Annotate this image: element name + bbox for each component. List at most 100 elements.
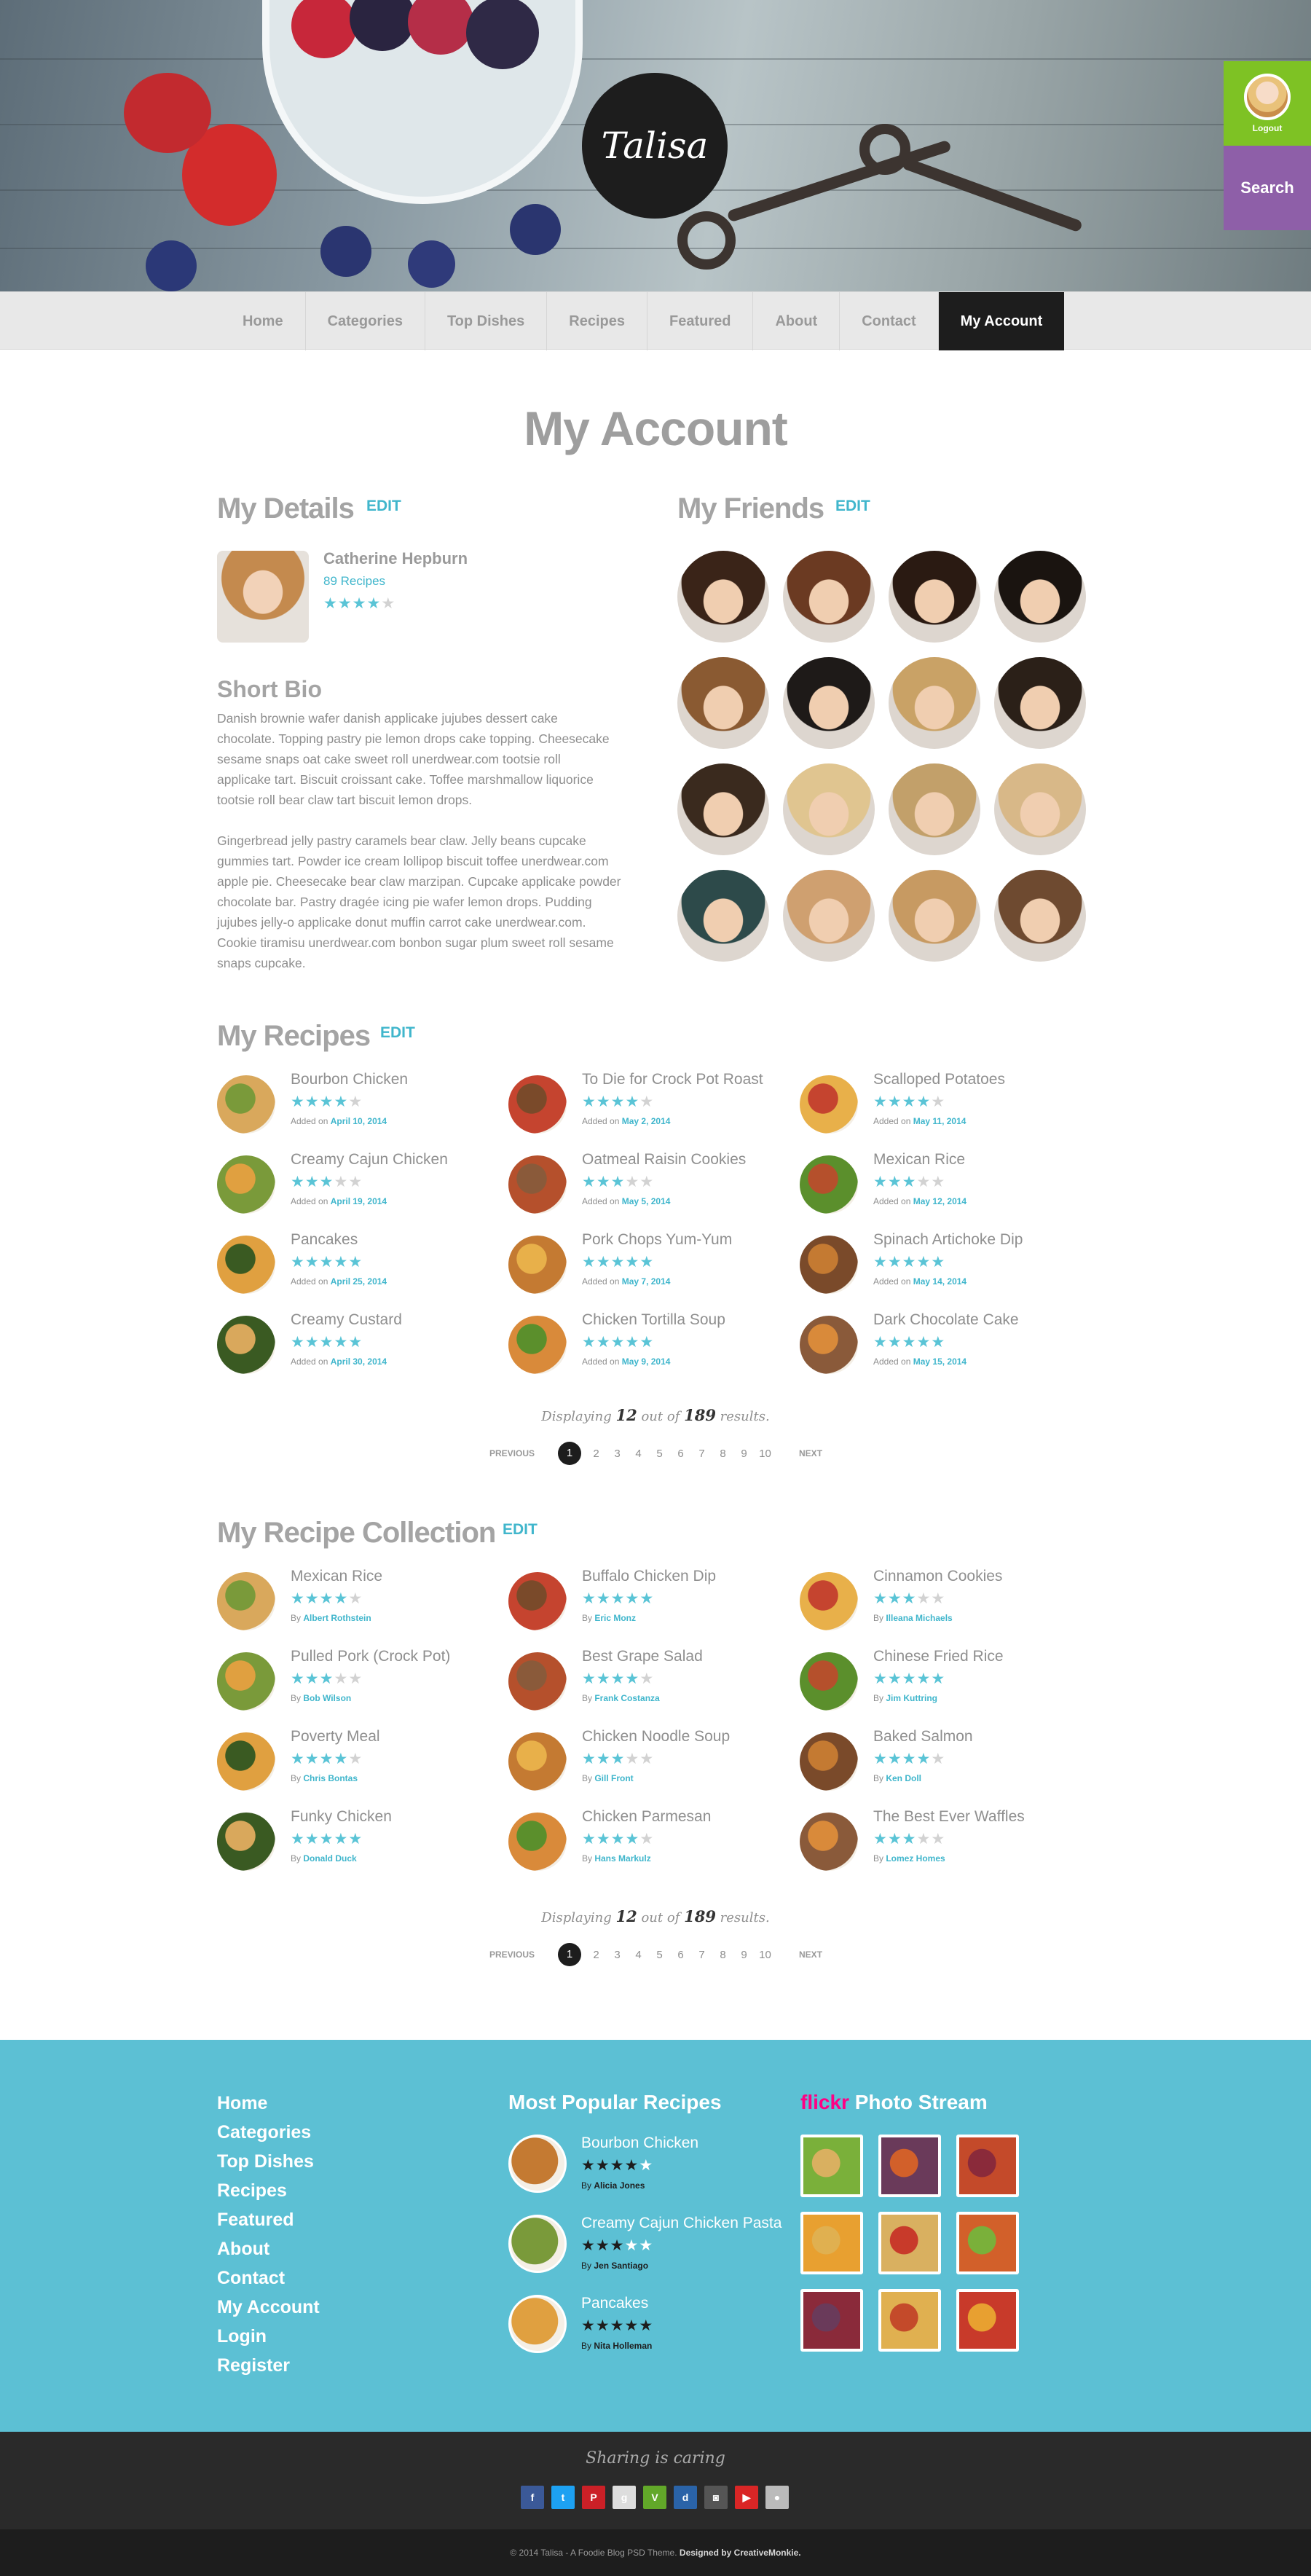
footer-link-categories[interactable]: Categories (217, 2122, 320, 2151)
nav-item-contact[interactable]: Contact (840, 292, 939, 350)
recipe-meta-value[interactable]: Frank Costanza (594, 1693, 659, 1703)
friend-avatar[interactable] (994, 551, 1086, 643)
recipe-meta-value[interactable]: May 9, 2014 (622, 1356, 671, 1367)
collection-item[interactable]: Pulled Pork (Crock Pot) ★★★★★ By Bob Wilso… (217, 1648, 494, 1713)
recipes-item[interactable]: Pancakes ★★★★★ Added on April 25, 2014 (217, 1231, 494, 1297)
flickr-photo[interactable] (800, 2212, 863, 2274)
designer-credit[interactable]: Designed by CreativeMonkie. (680, 2548, 801, 2558)
pagination-page[interactable]: 5 (649, 1949, 670, 1961)
friend-avatar[interactable] (783, 763, 875, 855)
friend-avatar[interactable] (783, 551, 875, 643)
pagination-page[interactable]: 4 (628, 1448, 649, 1460)
recipe-meta-value[interactable]: May 14, 2014 (913, 1276, 966, 1287)
youtube-icon[interactable]: ▶ (735, 2486, 758, 2509)
digg-icon[interactable]: d (674, 2486, 697, 2509)
facebook-icon[interactable]: f (521, 2486, 544, 2509)
recipe-meta-value[interactable]: Lomez Homes (886, 1853, 945, 1864)
nav-item-top-dishes[interactable]: Top Dishes (425, 292, 548, 350)
recipe-meta-value[interactable]: April 19, 2014 (331, 1196, 387, 1206)
collection-item[interactable]: Buffalo Chicken Dip ★★★★★ By Eric Monz (508, 1568, 785, 1633)
recipe-name[interactable]: Chicken Tortilla Soup (582, 1311, 725, 1329)
pagination-page[interactable]: 3 (607, 1949, 628, 1961)
friend-avatar[interactable] (677, 551, 769, 643)
recipes-item[interactable]: Mexican Rice ★★★★★ Added on May 12, 2014 (800, 1151, 1076, 1217)
recipe-name[interactable]: Bourbon Chicken (581, 2135, 698, 2152)
recipes-item[interactable]: Bourbon Chicken ★★★★★ Added on April 10, 2… (217, 1071, 494, 1136)
recipe-meta-value[interactable]: Illeana Michaels (886, 1613, 952, 1623)
recipes-item[interactable]: Dark Chocolate Cake ★★★★★ Added on May 15,… (800, 1311, 1076, 1377)
flickr-photo[interactable] (956, 2289, 1019, 2352)
google-icon[interactable]: g (613, 2486, 636, 2509)
collection-item[interactable]: Funky Chicken ★★★★★ By Donald Duck (217, 1808, 494, 1874)
pagination-page[interactable]: 10 (755, 1949, 776, 1961)
friend-avatar[interactable] (783, 657, 875, 749)
recipe-name[interactable]: Chicken Parmesan (582, 1808, 711, 1826)
pagination-page[interactable]: 7 (691, 1949, 712, 1961)
recipe-name[interactable]: Creamy Cajun Chicken Pasta (581, 2215, 782, 2232)
footer-link-login[interactable]: Login (217, 2326, 320, 2355)
nav-item-about[interactable]: About (753, 292, 840, 350)
pagination-next[interactable]: NEXT (799, 1448, 822, 1458)
pinterest-icon[interactable]: P (582, 2486, 605, 2509)
recipe-name[interactable]: Chinese Fried Rice (873, 1648, 1004, 1665)
twitter-icon[interactable]: t (551, 2486, 575, 2509)
flickr-photo[interactable] (956, 2212, 1019, 2274)
search-button[interactable]: Search (1224, 146, 1311, 230)
recipes-item[interactable]: Spinach Artichoke Dip ★★★★★ Added on May 1… (800, 1231, 1076, 1297)
collection-item[interactable]: Chicken Parmesan ★★★★★ By Hans Markulz (508, 1808, 785, 1874)
vine-icon[interactable]: V (643, 2486, 666, 2509)
flickr-photo[interactable] (956, 2135, 1019, 2197)
recipe-name[interactable]: Pork Chops Yum-Yum (582, 1231, 732, 1249)
popular-recipe-item[interactable]: Bourbon Chicken ★★★★★ By Alicia Jones (508, 2135, 792, 2200)
recipe-meta-value[interactable]: Donald Duck (303, 1853, 356, 1864)
nav-item-categories[interactable]: Categories (306, 292, 425, 350)
recipe-meta-value[interactable]: Ken Doll (886, 1773, 921, 1783)
pagination-page[interactable]: 10 (755, 1448, 776, 1460)
instagram-icon[interactable]: ◙ (704, 2486, 728, 2509)
recipes-item[interactable]: Creamy Cajun Chicken ★★★★★ Added on April … (217, 1151, 494, 1217)
recipe-meta-value[interactable]: May 11, 2014 (913, 1116, 966, 1126)
recipe-name[interactable]: Best Grape Salad (582, 1648, 703, 1665)
footer-link-featured[interactable]: Featured (217, 2210, 320, 2239)
pagination-previous[interactable]: PREVIOUS (489, 1448, 535, 1458)
profile-recipes-count[interactable]: 89 Recipes (323, 574, 385, 589)
flickr-photo[interactable] (800, 2289, 863, 2352)
logout-button[interactable]: Logout (1224, 61, 1311, 146)
friend-avatar[interactable] (889, 551, 980, 643)
recipe-name[interactable]: Mexican Rice (873, 1151, 965, 1169)
recipes-item[interactable]: Pork Chops Yum-Yum ★★★★★ Added on May 7, 2… (508, 1231, 785, 1297)
friend-avatar[interactable] (783, 870, 875, 962)
footer-link-my-account[interactable]: My Account (217, 2297, 320, 2326)
flickr-photo[interactable] (878, 2289, 941, 2352)
recipe-meta-value[interactable]: May 2, 2014 (622, 1116, 671, 1126)
recipe-meta-value[interactable]: May 12, 2014 (913, 1196, 966, 1206)
recipes-item[interactable]: Scalloped Potatoes ★★★★★ Added on May 11, … (800, 1071, 1076, 1136)
recipe-name[interactable]: Poverty Meal (291, 1728, 380, 1746)
recipe-name[interactable]: Baked Salmon (873, 1728, 973, 1746)
recipes-item[interactable]: To Die for Crock Pot Roast ★★★★★ Added on … (508, 1071, 785, 1136)
recipe-name[interactable]: Creamy Cajun Chicken (291, 1151, 448, 1169)
recipe-name[interactable]: Spinach Artichoke Dip (873, 1231, 1023, 1249)
recipe-meta-value[interactable]: Hans Markulz (594, 1853, 650, 1864)
nav-item-home[interactable]: Home (221, 292, 306, 350)
recipe-name[interactable]: Buffalo Chicken Dip (582, 1568, 716, 1585)
footer-link-recipes[interactable]: Recipes (217, 2180, 320, 2210)
pagination-page[interactable]: 6 (670, 1949, 691, 1961)
recipe-name[interactable]: The Best Ever Waffles (873, 1808, 1025, 1826)
pagination-page[interactable]: 3 (607, 1448, 628, 1460)
recipe-meta-value[interactable]: Albert Rothstein (303, 1613, 371, 1623)
friend-avatar[interactable] (994, 657, 1086, 749)
flickr-photo[interactable] (878, 2135, 941, 2197)
recipe-name[interactable]: Scalloped Potatoes (873, 1071, 1005, 1088)
recipe-meta-value[interactable]: April 10, 2014 (331, 1116, 387, 1126)
friend-avatar[interactable] (994, 763, 1086, 855)
friend-avatar[interactable] (889, 657, 980, 749)
friend-avatar[interactable] (889, 763, 980, 855)
recipe-name[interactable]: Dark Chocolate Cake (873, 1311, 1019, 1329)
friend-avatar[interactable] (889, 870, 980, 962)
pagination-page[interactable]: 2 (586, 1949, 607, 1961)
recipe-name[interactable]: Bourbon Chicken (291, 1071, 408, 1088)
site-logo[interactable]: Talisa (582, 73, 728, 219)
recipe-meta-value[interactable]: April 30, 2014 (331, 1356, 387, 1367)
recipe-meta-value[interactable]: May 7, 2014 (622, 1276, 671, 1287)
